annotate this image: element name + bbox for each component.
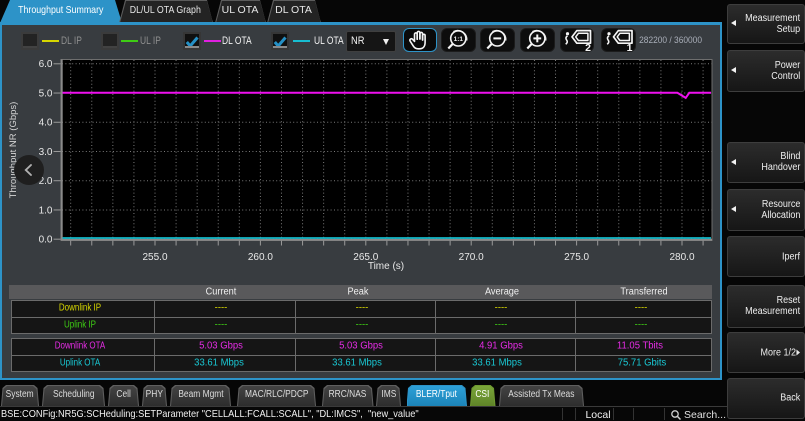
svg-text:5.0: 5.0 bbox=[39, 88, 53, 99]
svg-text:2: 2 bbox=[585, 42, 591, 53]
svg-text:4.0: 4.0 bbox=[39, 118, 53, 129]
svg-text:Time (s): Time (s) bbox=[368, 261, 404, 272]
svg-text:Throughput NR (Gbps): Throughput NR (Gbps) bbox=[8, 102, 19, 199]
svg-text:1:1: 1:1 bbox=[454, 36, 464, 43]
svg-text:3.0: 3.0 bbox=[39, 147, 53, 158]
svg-text:260.0: 260.0 bbox=[248, 252, 273, 263]
svg-text:255.0: 255.0 bbox=[142, 252, 167, 263]
svg-text:1.0: 1.0 bbox=[39, 205, 53, 216]
svg-text:275.0: 275.0 bbox=[564, 252, 589, 263]
svg-text:0.0: 0.0 bbox=[39, 235, 53, 246]
svg-text:280.0: 280.0 bbox=[669, 252, 694, 263]
svg-text:270.0: 270.0 bbox=[459, 252, 484, 263]
svg-text:6.0: 6.0 bbox=[39, 59, 53, 70]
